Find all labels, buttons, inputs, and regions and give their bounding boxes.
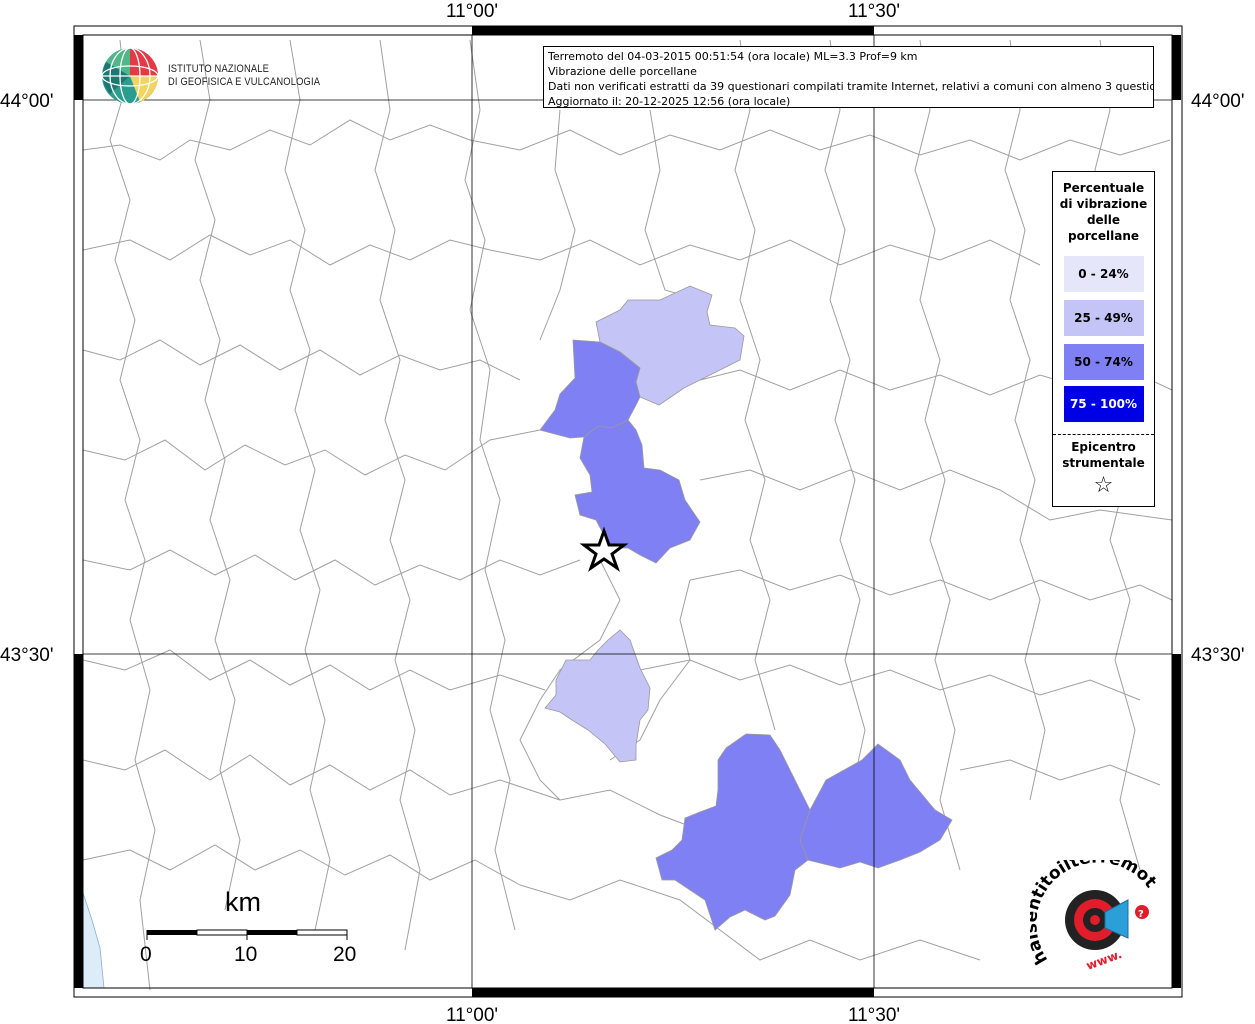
scale-unit: km — [225, 887, 261, 917]
legend-divider — [1053, 434, 1154, 435]
axis-label-right-bottom: 43°30' — [1191, 645, 1245, 666]
axis-label-bottom-right: 11°30' — [848, 1005, 900, 1024]
axis-label-left-top: 44°00' — [0, 91, 54, 112]
legend-star-icon: ☆ — [1093, 473, 1114, 498]
www-prefix: www. — [1084, 947, 1124, 973]
legend-item-75-100: 75 - 100% — [1063, 386, 1144, 422]
legend-item-0-24: 0 - 24% — [1063, 256, 1144, 292]
scale-tick-10: 10 — [234, 943, 258, 966]
legend-item-25-49: 25 - 49% — [1063, 300, 1144, 336]
legend-epicenter-label: Epicentro strumentale — [1053, 439, 1154, 471]
legend: Percentuale di vibrazione delle porcella… — [1052, 171, 1155, 507]
legend-title-line: di vibrazione — [1059, 197, 1148, 211]
legend-title: Percentuale di vibrazione delle porcella… — [1053, 180, 1154, 244]
ingv-logo: ISTITUTO NAZIONALE DI GEOFISICA E VULCAN… — [100, 46, 347, 106]
axis-label-right-top: 44°00' — [1191, 91, 1245, 112]
ingv-name-line1: ISTITUTO NAZIONALE — [168, 63, 270, 75]
legend-epicenter-line: strumentale — [1062, 456, 1145, 470]
ingv-name: ISTITUTO NAZIONALE DI GEOFISICA E VULCAN… — [168, 63, 320, 89]
event-info-box: Terremoto del 04-03-2015 00:51:54 (ora l… — [543, 46, 1154, 108]
svg-text:?: ? — [1138, 909, 1144, 920]
event-info-line1: Terremoto del 04-03-2015 00:51:54 (ora l… — [548, 50, 918, 63]
scale-tick-0: 0 — [140, 943, 152, 966]
legend-title-line: porcellane — [1067, 229, 1139, 243]
axis-label-bottom-left: 11°00' — [446, 1005, 498, 1024]
event-info-line4: Aggiornato il: 20-12-2025 12:56 (ora loc… — [548, 95, 791, 108]
ingv-globe-icon — [101, 47, 159, 105]
axis-label-left-bottom: 43°30' — [0, 645, 54, 666]
scale-tick-20: 20 — [333, 943, 357, 966]
axis-label-top-left: 11°00' — [446, 1, 498, 22]
event-info-line3: Dati non verificati estratti da 39 quest… — [548, 80, 1154, 93]
legend-epicenter-line: Epicentro — [1071, 440, 1136, 454]
axis-label-top-right: 11°30' — [848, 1, 900, 22]
haisentito-logo: haisentitoilterremoto.it ? www. — [1030, 860, 1160, 973]
legend-title-line: delle — [1086, 213, 1121, 227]
legend-title-line: Percentuale — [1062, 181, 1145, 195]
legend-item-50-74: 50 - 74% — [1063, 344, 1144, 380]
ingv-name-line2: DI GEOFISICA E VULCANOLOGIA — [168, 76, 321, 88]
event-info-line2: Vibrazione delle porcellane — [548, 65, 697, 78]
